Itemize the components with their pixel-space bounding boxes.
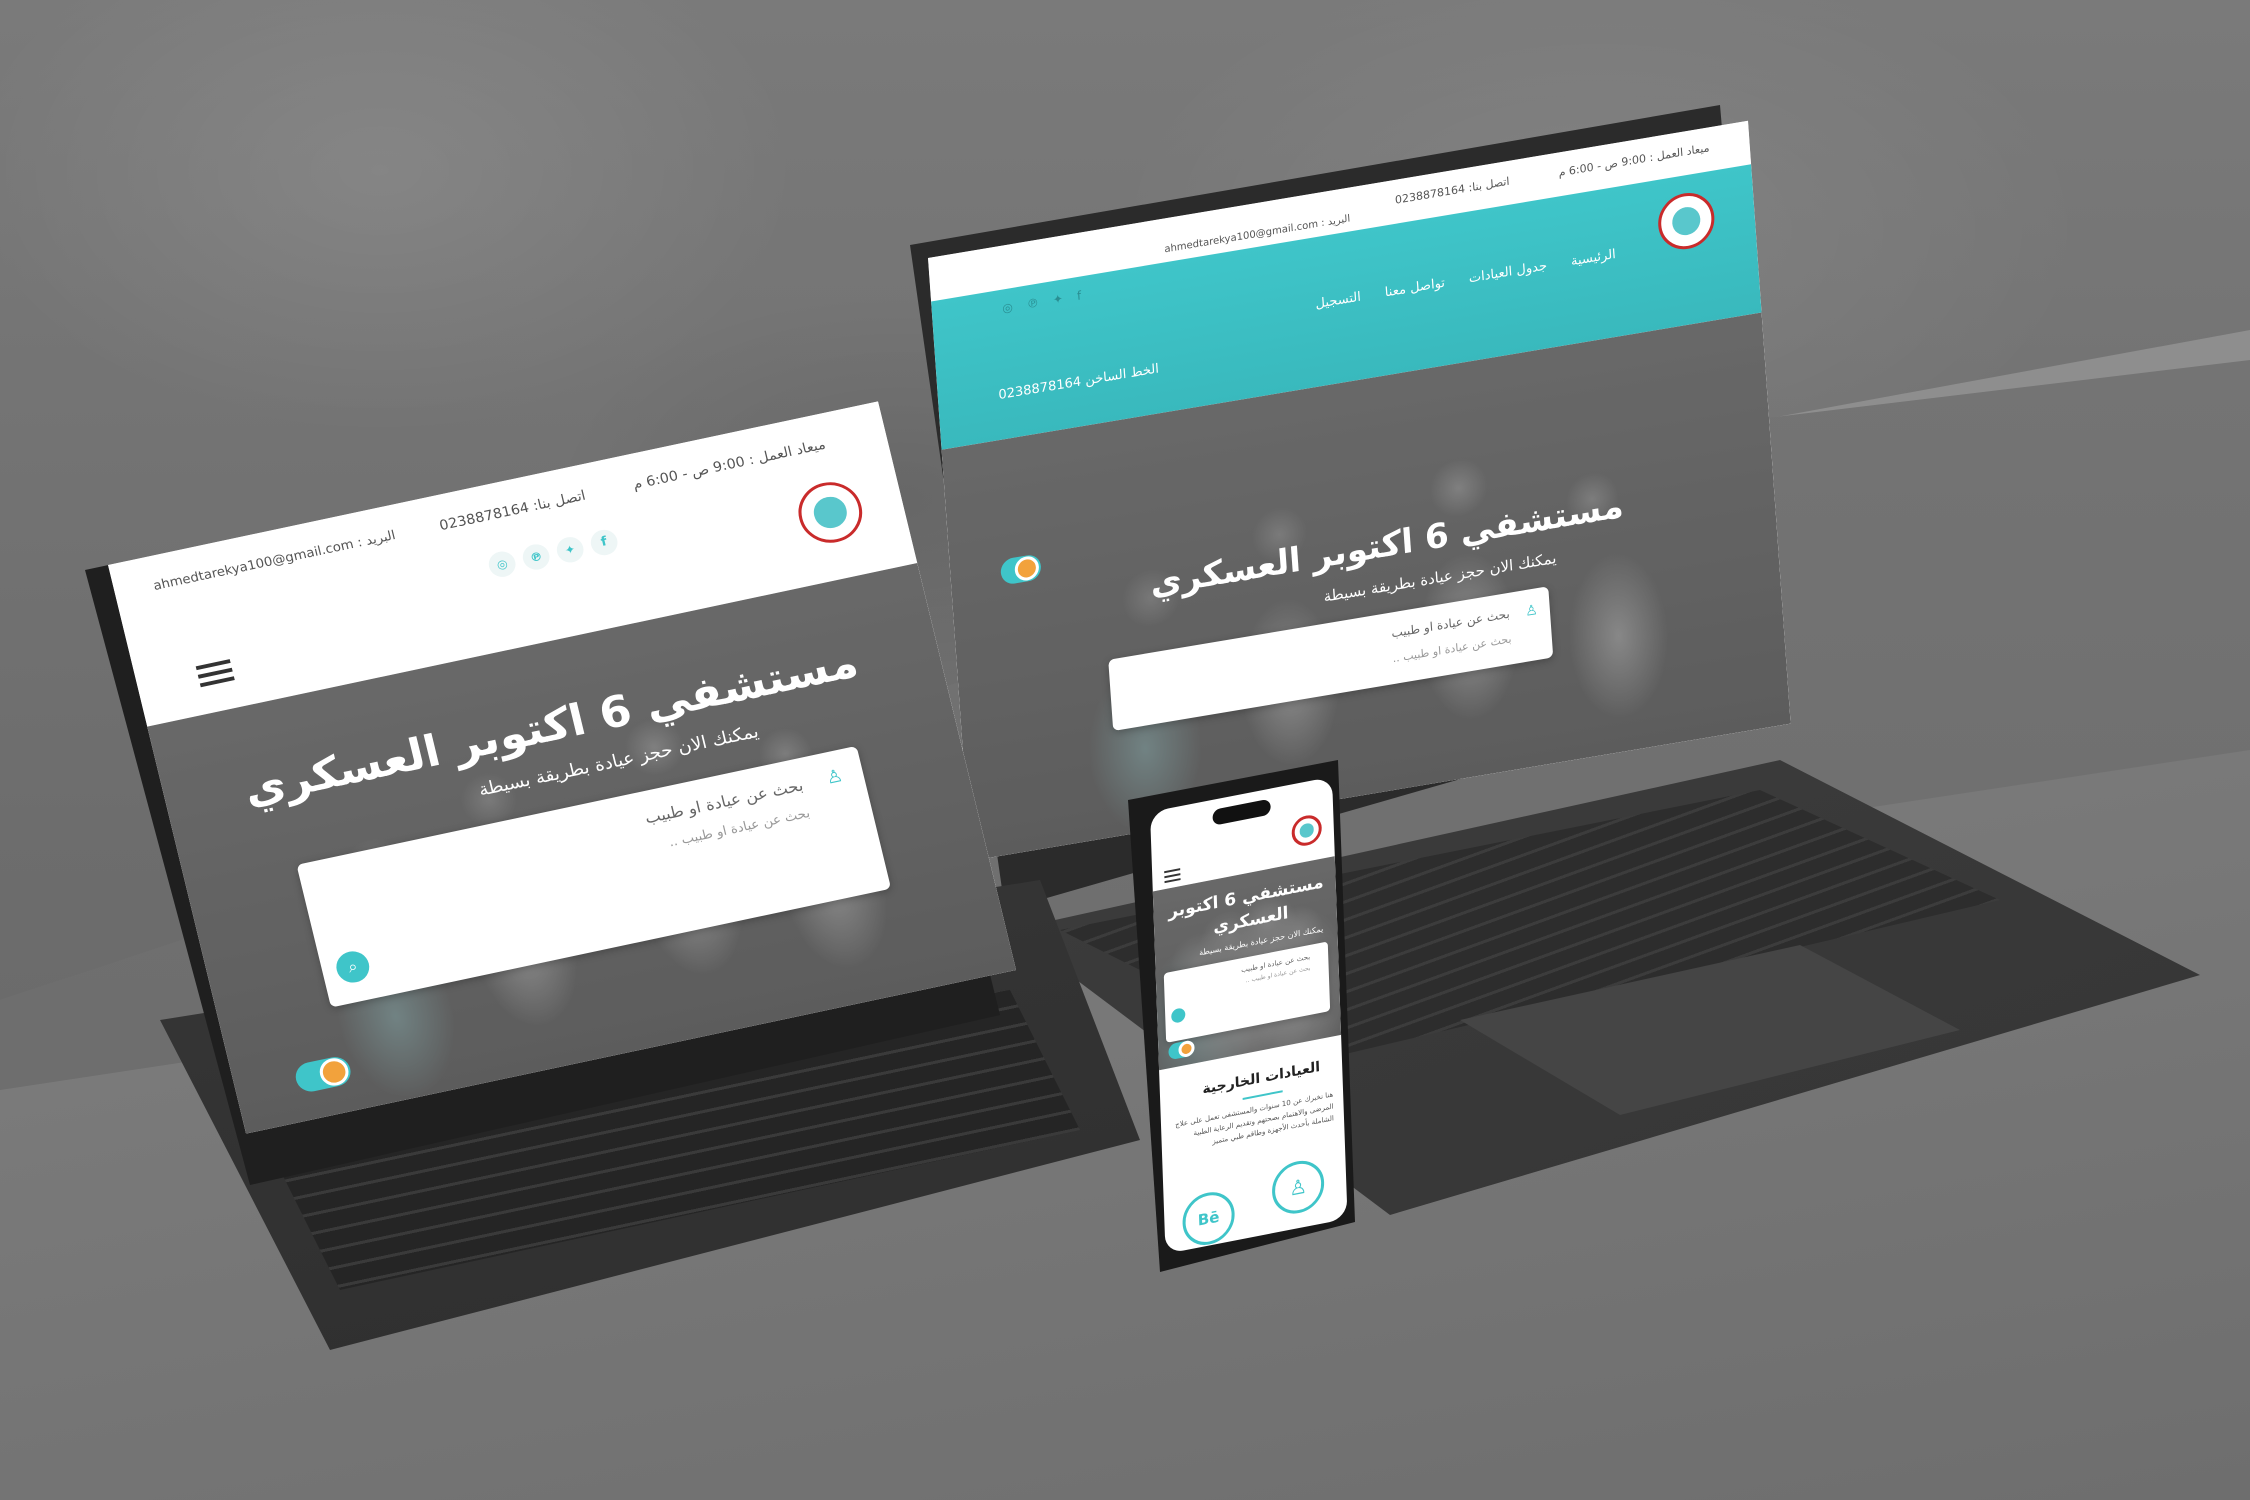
laptop-nav-menu: الرئيسية جدول العيادات تواصل معنا التسجي… xyxy=(1315,247,1616,312)
laptop-social: ◎ ℗ ✦ f xyxy=(1002,288,1082,315)
user-icon: ♙ xyxy=(824,765,846,789)
nav-clinics[interactable]: جدول العيادات xyxy=(1468,259,1547,287)
twitter-icon[interactable]: ✦ xyxy=(1052,291,1063,307)
phone-hero-photo: مستشفي 6 اكتوبر العسكري يمكنك الان حجز ع… xyxy=(1152,856,1342,1071)
laptop-logo-icon xyxy=(1656,188,1717,254)
laptop-phone: اتصل بنا: 0238878164 xyxy=(1394,174,1510,207)
instagram-icon[interactable]: ◎ xyxy=(486,549,519,580)
behance-icon[interactable]: Bē xyxy=(1181,1187,1236,1250)
menu-icon[interactable] xyxy=(1164,868,1181,884)
search-icon[interactable] xyxy=(1171,1007,1186,1024)
nav-home[interactable]: الرئيسية xyxy=(1570,247,1616,269)
menu-icon[interactable] xyxy=(195,659,235,688)
instagram-icon[interactable]: ◎ xyxy=(1002,300,1013,316)
phone-logo-icon xyxy=(1291,812,1323,849)
user-icon: ♙ xyxy=(1524,602,1539,620)
phone-screen: مستشفي 6 اكتوبر العسكري يمكنك الان حجز ع… xyxy=(1150,776,1348,1254)
search-icon[interactable]: ⌕ xyxy=(333,948,373,986)
pinterest-icon[interactable]: ℗ xyxy=(520,541,553,573)
phone-section-title: العيادات الخارجية xyxy=(1202,1058,1321,1098)
facebook-icon[interactable]: f xyxy=(1076,288,1081,303)
laptop-search-placeholder: بحث عن عيادة او طبيب .. xyxy=(1392,632,1512,666)
facebook-icon[interactable]: f xyxy=(588,527,621,558)
laptop-hotline: الخط الساخن 0238878164 xyxy=(997,361,1160,404)
tablet-phone: اتصل بنا: 0238878164 xyxy=(437,487,588,535)
phone-section-body: هنا نخبرك عن 10 سنوات والمستشفى تعمل على… xyxy=(1175,1090,1335,1146)
user-icon[interactable]: ♙ xyxy=(1271,1156,1326,1219)
nav-register[interactable]: التسجيل xyxy=(1315,290,1361,312)
tablet-logo-icon xyxy=(792,476,869,549)
pinterest-icon[interactable]: ℗ xyxy=(1026,296,1039,312)
nav-contact[interactable]: تواصل معنا xyxy=(1384,276,1445,301)
phone-notch xyxy=(1212,798,1271,826)
twitter-icon[interactable]: ✦ xyxy=(554,534,587,565)
